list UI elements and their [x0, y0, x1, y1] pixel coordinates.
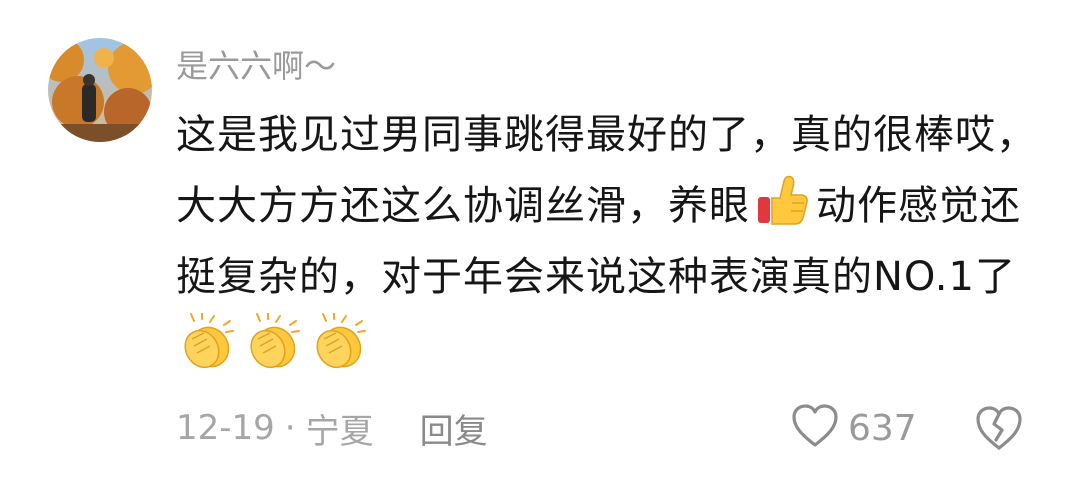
comment-item: 是六六啊～ 这是我见过男同事跳得最好的了，真的很棒哎，大大方方还这么协调丝滑，养… [0, 0, 1080, 481]
avatar[interactable] [48, 38, 152, 142]
clapping-hands-icon [312, 313, 370, 371]
broken-heart-icon[interactable] [974, 404, 1024, 452]
comment-date: 12-19 [176, 408, 275, 448]
like-count: 637 [848, 407, 917, 449]
comment-text: 这是我见过男同事跳得最好的了，真的很棒哎，大大方方还这么协调丝滑，养眼 动作感觉… [176, 100, 1046, 384]
comment-location: 宁夏 [305, 411, 374, 452]
like-button[interactable]: 637 [790, 402, 917, 454]
heart-icon[interactable] [790, 403, 840, 453]
clapping-hands-icon [180, 313, 238, 371]
username[interactable]: 是六六啊～ [176, 42, 336, 90]
comment-meta: 12-19 · 宁夏 回复 [176, 402, 488, 454]
meta-separator: · [284, 408, 296, 448]
reply-button[interactable]: 回复 [420, 404, 488, 453]
thumbs-up-icon [754, 171, 812, 229]
clapping-hands-icon [246, 313, 304, 371]
